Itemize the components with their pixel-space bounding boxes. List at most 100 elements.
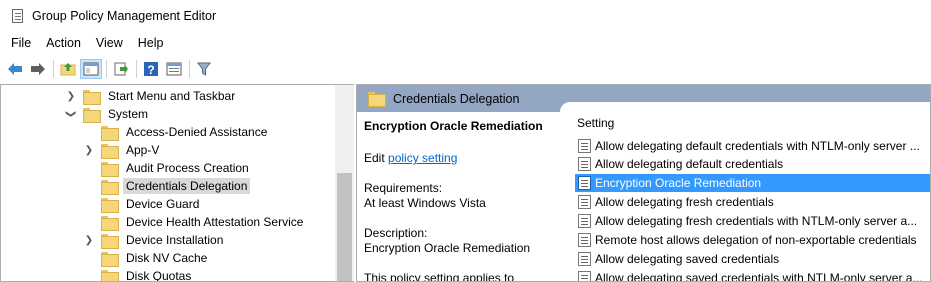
folder-icon — [83, 89, 101, 105]
tree-item-label: Disk NV Cache — [126, 251, 208, 265]
menu-bar: File Action View Help — [0, 32, 931, 54]
folder-icon — [101, 161, 119, 177]
menu-view[interactable]: View — [90, 36, 130, 50]
tree-pane: ❯ Start Menu and Taskbar ❯ System Access… — [0, 84, 354, 282]
setting-row[interactable]: Allow delegating saved credentials — [575, 250, 930, 268]
tree-expander-spacer — [83, 162, 95, 174]
policy-setting-icon — [578, 252, 591, 266]
title-bar: Group Policy Management Editor — [0, 0, 931, 32]
chevron-right-icon[interactable]: ❯ — [65, 90, 77, 102]
setting-label: Encryption Oracle Remediation — [595, 176, 762, 190]
requirements-value: At least Windows Vista — [364, 196, 486, 210]
policy-setting-icon — [578, 176, 591, 190]
description-more: This policy setting applies to — [364, 271, 515, 282]
setting-label: Allow delegating default credentials — [595, 157, 784, 171]
tree-scrollbar[interactable] — [335, 85, 354, 281]
tree-item-label: App-V — [126, 143, 160, 157]
setting-row[interactable]: Allow delegating fresh credentials — [575, 193, 930, 211]
tree-item-disk-nv-cache[interactable]: Disk NV Cache — [83, 249, 210, 267]
folder-icon — [101, 143, 119, 159]
folder-icon — [101, 215, 119, 231]
setting-row[interactable]: Remote host allows delegation of non-exp… — [575, 231, 930, 249]
tree-expander-spacer — [83, 180, 95, 192]
folder-icon — [368, 92, 386, 107]
policy-setting-icon — [578, 214, 591, 228]
tree-item-label: Device Guard — [126, 197, 200, 211]
filter-icon[interactable] — [193, 59, 215, 79]
column-header-setting[interactable]: Setting — [577, 116, 614, 130]
tree-item-device-installation[interactable]: ❯ Device Installation — [83, 231, 226, 249]
tree-item-disk-quotas[interactable]: Disk Quotas — [83, 267, 194, 281]
toolbar-separator — [53, 59, 54, 78]
tree-item-start-menu[interactable]: ❯ Start Menu and Taskbar — [65, 87, 238, 105]
folder-icon — [101, 269, 119, 281]
description-value: Encryption Oracle Remediation — [364, 241, 531, 255]
setting-row[interactable]: Allow delegating default credentials wit… — [575, 137, 930, 155]
tree-item-label: Start Menu and Taskbar — [108, 89, 236, 103]
toolbar-separator — [189, 59, 190, 78]
setting-row[interactable]: Allow delegating saved credentials with … — [575, 269, 930, 282]
export-list-icon[interactable] — [110, 59, 132, 79]
folder-icon — [101, 125, 119, 141]
folder-icon — [101, 233, 119, 249]
tree-item-audit-process[interactable]: Audit Process Creation — [83, 159, 252, 177]
tree-item-label: Device Health Attestation Service — [126, 215, 304, 229]
setting-label: Allow delegating saved credentials — [595, 252, 780, 266]
policy-setting-icon — [578, 195, 591, 209]
policy-setting-icon — [578, 233, 591, 247]
toolbar: ? — [0, 56, 931, 81]
settings-list: Setting Allow delegating default credent… — [560, 102, 930, 282]
tree-expander-spacer — [83, 252, 95, 264]
policy-setting-icon — [578, 271, 591, 281]
chevron-down-icon[interactable]: ❯ — [65, 108, 77, 120]
tree-item-access-denied[interactable]: Access-Denied Assistance — [83, 123, 270, 141]
description-panel: Encryption Oracle Remediation Edit polic… — [357, 112, 560, 282]
tree-item-system[interactable]: ❯ System — [65, 105, 151, 123]
setting-row[interactable]: Allow delegating default credentials — [575, 155, 930, 173]
up-folder-icon[interactable] — [57, 59, 79, 79]
toolbar-separator — [136, 59, 137, 78]
show-hide-tree-icon[interactable] — [80, 58, 102, 79]
setting-label: Remote host allows delegation of non-exp… — [595, 233, 917, 247]
edit-policy-line: Edit policy setting — [364, 151, 457, 165]
window-title: Group Policy Management Editor — [32, 9, 217, 23]
edit-prefix: Edit — [364, 151, 389, 165]
forward-arrow-icon[interactable] — [27, 59, 49, 79]
tree-item-app-v[interactable]: ❯ App-V — [83, 141, 162, 159]
chevron-right-icon[interactable]: ❯ — [83, 144, 95, 156]
tree-item-credentials-delegation[interactable]: Credentials Delegation — [83, 177, 251, 195]
setting-row-selected[interactable]: Encryption Oracle Remediation — [575, 174, 930, 192]
description-label: Description: — [364, 226, 428, 240]
tree-item-device-guard[interactable]: Device Guard — [83, 195, 202, 213]
folder-icon — [83, 107, 101, 123]
policy-editor-icon — [9, 8, 25, 24]
menu-action[interactable]: Action — [40, 36, 88, 50]
policy-setting-icon — [578, 157, 591, 171]
tree-item-label: Access-Denied Assistance — [126, 125, 268, 139]
chevron-right-icon[interactable]: ❯ — [83, 234, 95, 246]
setting-label: Allow delegating saved credentials with … — [595, 271, 923, 282]
tree-item-label: Device Installation — [126, 233, 224, 247]
policy-title: Encryption Oracle Remediation — [364, 119, 543, 133]
menu-file[interactable]: File — [5, 36, 38, 50]
scrollbar-thumb[interactable] — [337, 173, 352, 281]
svg-text:?: ? — [147, 63, 154, 77]
tree-item-label: Credentials Delegation — [123, 178, 251, 194]
help-icon[interactable]: ? — [140, 59, 162, 79]
menu-help[interactable]: Help — [132, 36, 171, 50]
setting-row[interactable]: Allow delegating fresh credentials with … — [575, 212, 930, 230]
setting-label: Allow delegating fresh credentials with … — [595, 214, 918, 228]
edit-policy-link[interactable]: policy setting — [388, 151, 457, 165]
setting-label: Allow delegating fresh credentials — [595, 195, 774, 209]
back-arrow-icon[interactable] — [4, 59, 26, 79]
setting-label: Allow delegating default credentials wit… — [595, 139, 920, 153]
tree-item-label: System — [108, 107, 149, 121]
tree-expander-spacer — [83, 270, 95, 281]
details-header-title: Credentials Delegation — [393, 91, 520, 106]
tree-item-device-health[interactable]: Device Health Attestation Service — [83, 213, 306, 231]
policy-setting-icon — [578, 139, 591, 153]
folder-icon — [101, 179, 119, 195]
tree-expander-spacer — [83, 198, 95, 210]
toolbar-separator — [106, 59, 107, 78]
properties-icon[interactable] — [163, 59, 185, 79]
